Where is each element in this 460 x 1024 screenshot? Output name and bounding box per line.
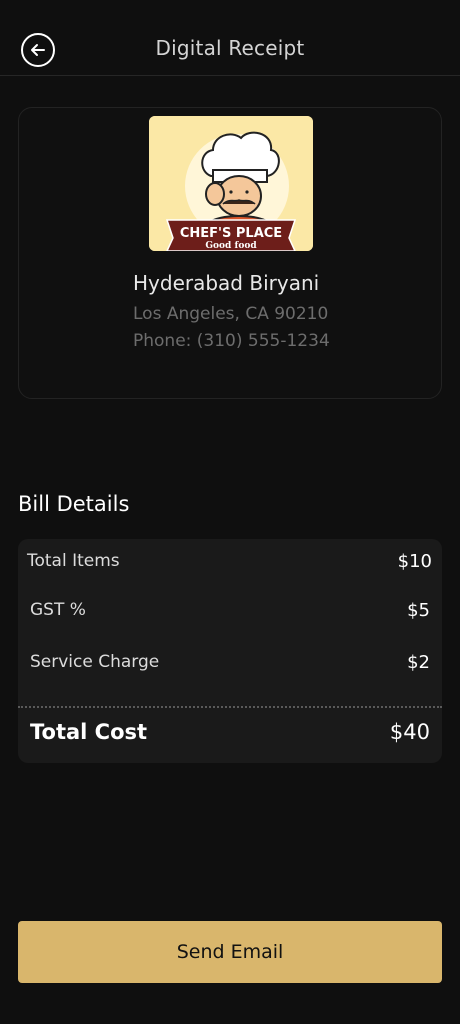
bill-value: $10 — [397, 551, 432, 572]
bill-card: Total Items $10 GST % $5 Service Charge … — [18, 539, 442, 763]
bill-row-gst: GST % $5 — [18, 600, 442, 628]
restaurant-phone: Phone: (310) 555-1234 — [133, 331, 330, 351]
send-email-button[interactable]: Send Email — [18, 921, 442, 983]
total-cost-value: $40 — [389, 720, 430, 744]
total-cost-label: Total Cost — [30, 720, 148, 744]
bill-row-service-charge: Service Charge $2 — [18, 652, 442, 680]
bill-label: GST % — [30, 600, 86, 620]
restaurant-name: Hyderabad Biryani — [133, 271, 320, 295]
bill-row-total-items: Total Items $10 — [18, 551, 442, 579]
restaurant-logo: CHEF'S PLACE Good food — [149, 116, 313, 251]
dotted-divider — [18, 706, 442, 708]
bill-details-title: Bill Details — [18, 492, 130, 516]
bill-label: Total Items — [27, 551, 120, 571]
page-title: Digital Receipt — [155, 36, 305, 60]
restaurant-card: CHEF'S PLACE Good food Hyderabad Biryani… — [18, 107, 442, 399]
logo-title: CHEF'S PLACE — [180, 226, 282, 241]
bill-label: Service Charge — [30, 652, 160, 672]
restaurant-address: Los Angeles, CA 90210 — [133, 304, 329, 324]
app-header: Digital Receipt — [0, 0, 460, 76]
logo-subtitle: Good food — [205, 241, 257, 251]
bill-value: $5 — [407, 600, 430, 621]
bill-value: $2 — [407, 652, 430, 673]
